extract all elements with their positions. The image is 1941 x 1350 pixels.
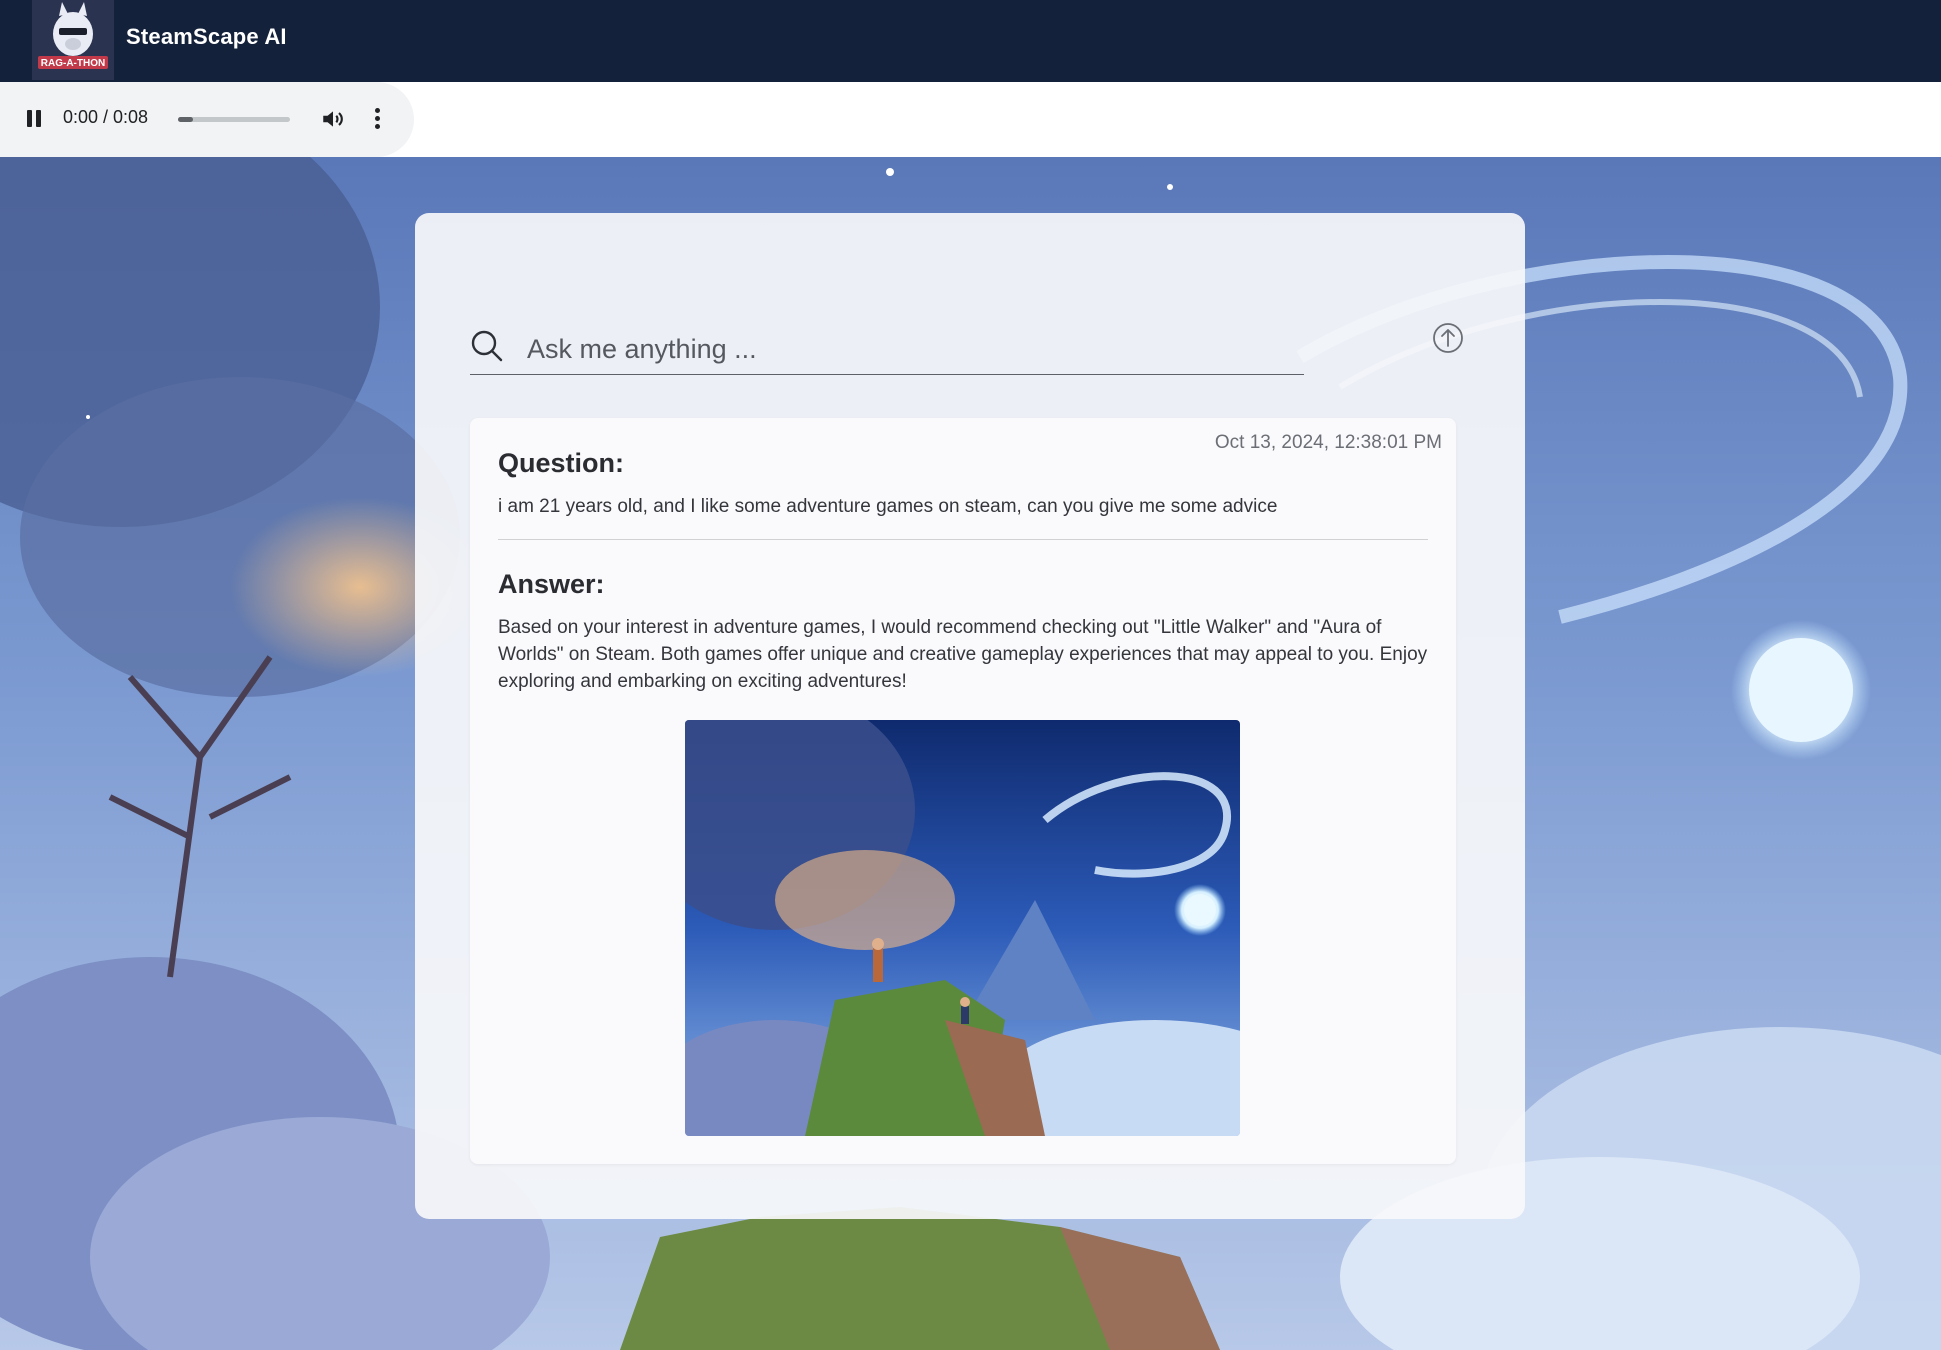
result-timestamp: Oct 13, 2024, 12:38:01 PM: [1214, 432, 1442, 453]
chat-panel: Oct 13, 2024, 12:38:01 PM Question: i am…: [415, 213, 1525, 1219]
question-text: i am 21 years old, and I like some adven…: [498, 496, 1278, 517]
app-header: RAG-A-THON SteamScape AI: [0, 0, 1941, 82]
answer-image: [685, 720, 1240, 1136]
more-vert-icon[interactable]: [368, 106, 388, 132]
answer-text: Based on your interest in adventure game…: [498, 617, 1428, 692]
audio-player: 0:00 / 0:08: [0, 82, 414, 157]
audio-progress-fill: [178, 117, 193, 122]
search-icon: [470, 329, 504, 363]
qa-result-card: Oct 13, 2024, 12:38:01 PM Question: i am…: [470, 418, 1456, 1164]
search-bar: [470, 323, 1304, 375]
question-label: Question:: [498, 448, 624, 478]
rag-a-thon-logo[interactable]: RAG-A-THON: [32, 0, 114, 80]
divider: [498, 539, 1428, 540]
arrow-up-circle-icon[interactable]: [1432, 322, 1464, 354]
pause-icon[interactable]: [24, 108, 46, 130]
search-input[interactable]: [527, 329, 1287, 369]
answer-label: Answer:: [498, 569, 605, 599]
audio-time: 0:00 / 0:08: [63, 107, 149, 127]
audio-strip: 0:00 / 0:08: [0, 82, 1941, 157]
app-title: SteamScape AI: [126, 24, 287, 49]
logo-text: RAG-A-THON: [41, 58, 105, 69]
volume-icon[interactable]: [320, 106, 346, 132]
audio-progress-slider[interactable]: [178, 117, 290, 122]
